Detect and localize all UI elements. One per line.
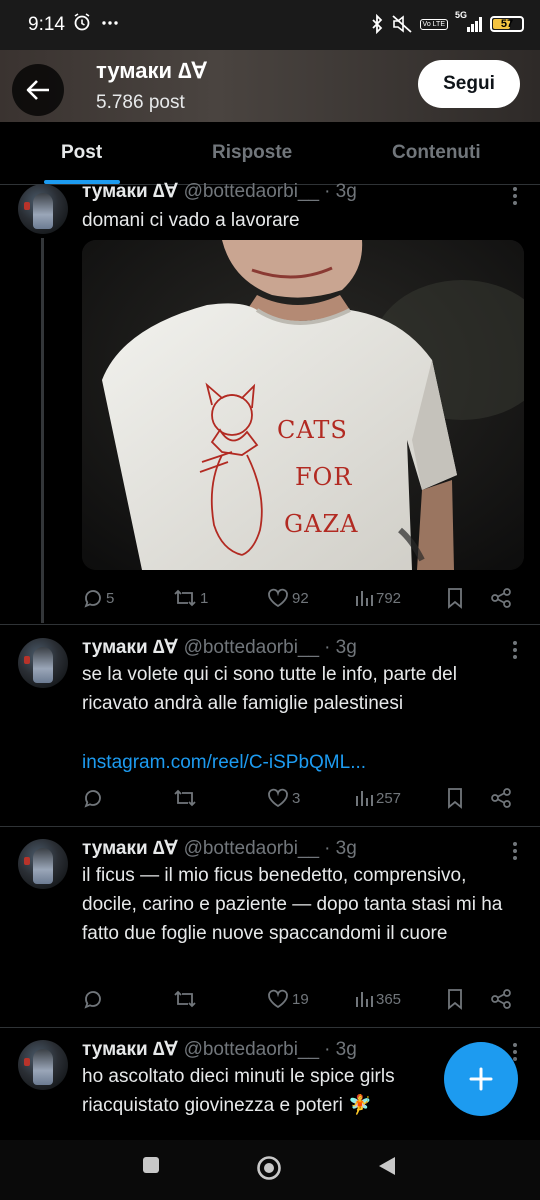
avatar[interactable] (18, 184, 68, 234)
author-handle[interactable]: @bottedaorbi__ (184, 637, 320, 658)
tab-post[interactable]: Post (61, 142, 102, 164)
views-count: 365 (376, 990, 402, 1008)
more-options-icon[interactable] (512, 841, 518, 861)
tweet-author: тумаки ∆∀ @bottedaorbi__ · 3g (82, 636, 357, 659)
divider (0, 826, 540, 827)
views-button[interactable]: 792 (354, 587, 401, 609)
author-name[interactable]: тумаки ∆∀ (82, 637, 178, 658)
author-name[interactable]: тумаки ∆∀ (82, 1039, 178, 1060)
like-button[interactable]: 19 (266, 988, 309, 1010)
system-nav-bar (0, 1140, 540, 1200)
tweet-time: · 3g (324, 838, 357, 859)
mute-icon (391, 14, 413, 34)
tweet-image[interactable]: CATS FOR GAZA (82, 240, 524, 570)
like-count: 92 (292, 589, 309, 607)
share-button[interactable] (490, 587, 512, 609)
plus-icon (467, 1065, 495, 1093)
tab-contenuti[interactable]: Contenuti (392, 142, 481, 164)
back-button[interactable] (12, 64, 64, 116)
compose-button[interactable] (444, 1042, 518, 1116)
tab-risposte[interactable]: Risposte (212, 142, 292, 164)
shirt-text-line: CATS (277, 416, 348, 444)
like-button[interactable]: 92 (266, 587, 309, 609)
tweet-time: · 3g (324, 1039, 357, 1060)
like-count: 3 (292, 789, 301, 807)
arrow-left-icon (25, 77, 51, 103)
author-handle[interactable]: @bottedaorbi__ (184, 181, 320, 202)
tweet-text: domani ci vado a lavorare (82, 210, 300, 231)
profile-tabs: Post Risposte Contenuti (0, 122, 540, 185)
retweet-count: 1 (200, 589, 209, 607)
divider (0, 624, 540, 625)
avatar[interactable] (18, 839, 68, 889)
more-options-icon[interactable] (512, 186, 518, 206)
author-name[interactable]: тумаки ∆∀ (82, 181, 178, 202)
battery-icon: 57 (490, 16, 524, 32)
follow-button[interactable]: Segui (418, 60, 520, 108)
share-button[interactable] (490, 988, 512, 1010)
tweet-time: · 3g (324, 637, 357, 658)
reply-button[interactable] (82, 787, 104, 809)
retweet-button[interactable]: 1 (172, 587, 208, 609)
tweet-text: se la volete qui ci sono tutte le info, … (82, 664, 457, 714)
bookmark-button[interactable] (446, 988, 464, 1010)
author-handle[interactable]: @bottedaorbi__ (184, 1039, 320, 1060)
tweet-author: тумаки ∆∀ @bottedaorbi__ · 3g (82, 1038, 357, 1061)
like-count: 19 (292, 990, 309, 1008)
shirt-text-line: FOR (295, 463, 352, 491)
thread-line (41, 238, 44, 623)
home-button[interactable] (256, 1155, 282, 1181)
avatar[interactable] (18, 1040, 68, 1090)
views-button[interactable]: 365 (354, 988, 401, 1010)
tweet-text: il ficus — il mio ficus benedetto, compr… (82, 865, 503, 944)
post-count: 5.786 post (96, 92, 185, 113)
retweet-button[interactable] (172, 787, 198, 809)
reply-count: 5 (106, 589, 115, 607)
tweet-actions: 5 1 92 792 (82, 587, 522, 611)
status-time: 9:14 (28, 14, 65, 35)
tweet-text: ho ascoltato dieci minuti le spice girls (82, 1066, 395, 1087)
like-button[interactable]: 3 (266, 787, 300, 809)
tweet-actions: 19 365 (82, 988, 522, 1012)
volte-badge: Vo LTE (419, 18, 448, 30)
bluetooth-icon (370, 14, 384, 34)
divider (0, 1027, 540, 1028)
bookmark-button[interactable] (446, 787, 464, 809)
shirt-text-line: GAZA (284, 510, 359, 538)
bookmark-button[interactable] (446, 587, 464, 609)
tweet-actions: 3 257 (82, 787, 522, 811)
views-count: 792 (376, 589, 402, 607)
views-count: 257 (376, 789, 402, 807)
retweet-button[interactable] (172, 988, 198, 1010)
tweet-author: тумаки ∆∀ @bottedaorbi__ · 3g (82, 180, 357, 203)
recents-button[interactable] (142, 1156, 160, 1174)
share-button[interactable] (490, 787, 512, 809)
alarm-icon (72, 12, 92, 32)
back-nav-button[interactable] (378, 1156, 396, 1176)
reply-button[interactable]: 5 (82, 587, 114, 609)
profile-name: тумаки ∆∀ (96, 58, 207, 83)
views-button[interactable]: 257 (354, 787, 401, 809)
avatar[interactable] (18, 638, 68, 688)
tweet-link[interactable]: instagram.com/reel/C-iSPbQML... (82, 748, 522, 777)
status-bar: 9:14 Vo LTE 5G 57 (0, 0, 540, 50)
more-options-icon[interactable] (512, 1042, 518, 1062)
profile-header: тумаки ∆∀ 5.786 post Segui (0, 50, 540, 122)
author-name[interactable]: тумаки ∆∀ (82, 838, 178, 859)
reply-button[interactable] (82, 988, 104, 1010)
tweet-time: · 3g (324, 181, 357, 202)
more-options-icon[interactable] (512, 640, 518, 660)
author-handle[interactable]: @bottedaorbi__ (184, 838, 320, 859)
tweet-author: тумаки ∆∀ @bottedaorbi__ · 3g (82, 837, 357, 860)
signal-icon: 5G (455, 10, 483, 34)
overflow-dots-icon (100, 12, 120, 32)
